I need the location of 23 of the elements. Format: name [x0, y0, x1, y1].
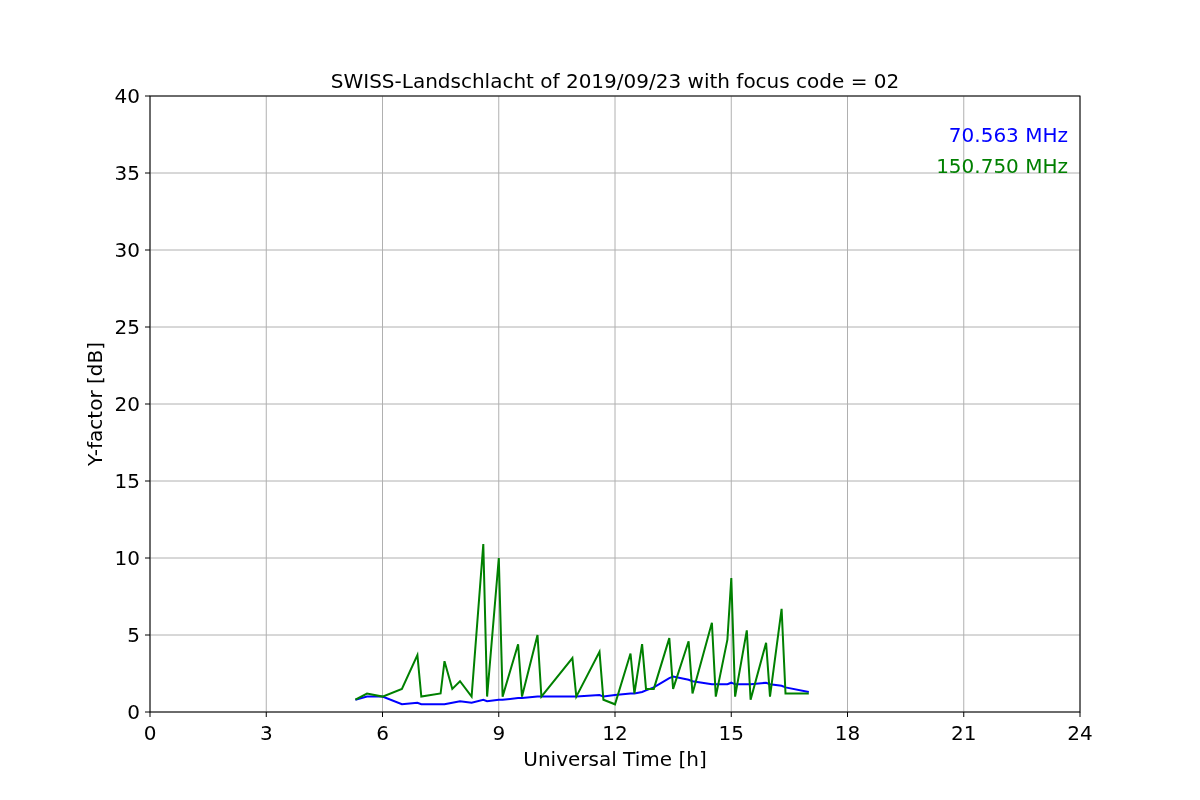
y-tick-label: 5 — [127, 623, 140, 647]
x-tick-label: 15 — [718, 721, 744, 745]
x-tick-label: 12 — [602, 721, 628, 745]
y-tick-label: 15 — [114, 469, 140, 493]
y-tick-label: 25 — [114, 315, 140, 339]
y-axis-title: Y-factor [dB] — [83, 342, 107, 466]
chart-title: SWISS-Landschlacht of 2019/09/23 with focus code = 02 — [330, 69, 900, 93]
x-tick-label: 9 — [492, 721, 506, 745]
x-tick-label: 3 — [259, 721, 273, 745]
x-tick-label: 21 — [951, 721, 977, 745]
x-axis-title: Universal Time [h] — [523, 747, 707, 771]
y-tick-label: 0 — [127, 700, 140, 724]
y-tick-label: 20 — [114, 392, 140, 416]
legend-label: 150.750 MHz — [936, 154, 1068, 178]
x-tick-label: 6 — [376, 721, 389, 745]
y-tick-label: 10 — [114, 546, 140, 570]
legend-label: 70.563 MHz — [948, 123, 1068, 147]
x-tick-label: 0 — [143, 721, 157, 745]
y-tick-label: 40 — [114, 84, 140, 108]
x-tick-label: 18 — [834, 721, 861, 745]
x-tick-label: 24 — [1067, 721, 1093, 745]
y-tick-label: 30 — [114, 238, 140, 262]
y-tick-label: 35 — [114, 161, 140, 185]
